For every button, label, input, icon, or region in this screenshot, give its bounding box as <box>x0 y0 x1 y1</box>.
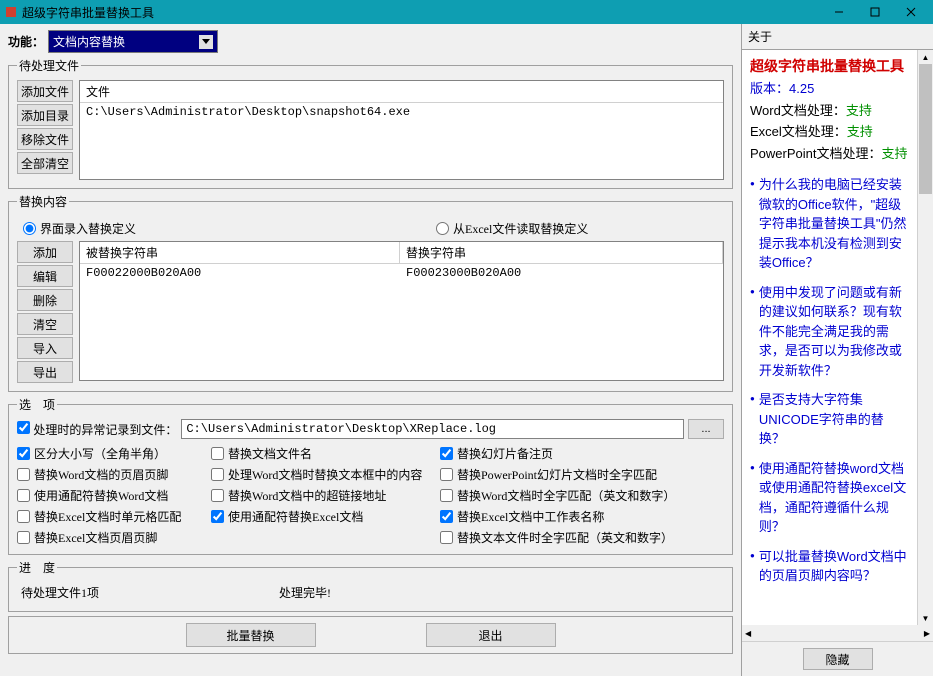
file-column-header: 文件 <box>80 81 723 103</box>
table-row[interactable]: F00022000B020A00 F00023000B020A00 <box>80 264 723 282</box>
main-panel: 功能： 文档内容替换 待处理文件 添加文件 添加目录 移除文件 全部清空 文件 … <box>0 24 741 676</box>
replace-group: 替换内容 界面录入替换定义 从Excel文件读取替换定义 添加 编辑 删除 清空… <box>8 193 733 392</box>
function-value: 文档内容替换 <box>53 33 125 50</box>
replace-legend: 替换内容 <box>17 193 69 210</box>
tool-name: 超级字符串批量替换工具 <box>750 56 909 77</box>
cb-excel-cellmatch[interactable]: 替换Excel文档时单元格匹配 <box>17 508 207 525</box>
replace-table[interactable]: 被替换字符串 替换字符串 F00022000B020A00 F00023000B… <box>79 241 724 381</box>
maximize-button[interactable] <box>857 0 893 24</box>
ppt-support: PowerPoint文档处理：支持 <box>750 144 909 164</box>
hide-button[interactable]: 隐藏 <box>803 648 873 670</box>
chevron-down-icon <box>199 35 213 49</box>
faq-link[interactable]: 使用通配符替换word文档或使用通配符替换excel文档，通配符遵循什么规则？ <box>750 459 909 537</box>
clear-all-button[interactable]: 全部清空 <box>17 152 73 174</box>
scroll-thumb[interactable] <box>919 64 932 194</box>
import-rules-button[interactable]: 导入 <box>17 337 73 359</box>
close-button[interactable] <box>893 0 929 24</box>
progress-legend: 进 度 <box>17 559 57 576</box>
cb-filename[interactable]: 替换文档文件名 <box>211 445 436 462</box>
cb-ppt-wholeword[interactable]: 替换PowerPoint幻灯片文档时全字匹配 <box>440 466 724 483</box>
progress-group: 进 度 待处理文件1项 处理完毕! <box>8 559 733 612</box>
col-source: 被替换字符串 <box>80 242 400 263</box>
exit-button[interactable]: 退出 <box>426 623 556 647</box>
remove-file-button[interactable]: 移除文件 <box>17 128 73 150</box>
minimize-button[interactable] <box>821 0 857 24</box>
titlebar: 超级字符串批量替换工具 <box>0 0 933 24</box>
cb-word-wildcard[interactable]: 使用通配符替换Word文档 <box>17 487 207 504</box>
pending-files-group: 待处理文件 添加文件 添加目录 移除文件 全部清空 文件 C:\Users\Ad… <box>8 57 733 189</box>
excel-support: Excel文档处理：支持 <box>750 122 909 142</box>
cb-word-textbox[interactable]: 处理Word文档时替换文本框中的内容 <box>211 466 436 483</box>
faq-link[interactable]: 为什么我的电脑已经安装微软的Office软件，"超级字符串批量替换工具"仍然提示… <box>750 175 909 273</box>
delete-rule-button[interactable]: 删除 <box>17 289 73 311</box>
faq-link[interactable]: 可以批量替换Word文档中的页眉页脚内容吗？ <box>750 547 909 586</box>
window-title: 超级字符串批量替换工具 <box>22 4 821 21</box>
faq-link[interactable]: 使用中发现了问题或有新的建议如何联系？现有软件不能完全满足我的需求，是否可以为我… <box>750 283 909 381</box>
cb-log[interactable]: 处理时的异常记录到文件： <box>17 421 177 438</box>
add-file-button[interactable]: 添加文件 <box>17 80 73 102</box>
cell-dst: F00023000B020A00 <box>400 264 723 282</box>
vertical-scrollbar[interactable]: ▲ ▼ <box>917 50 933 625</box>
faq-link[interactable]: 是否支持大字符集UNICODE字符串的替换？ <box>750 390 909 449</box>
version-label: 版本：4.25 <box>750 79 909 99</box>
cell-src: F00022000B020A00 <box>80 264 400 282</box>
progress-text: 待处理文件1项 <box>21 584 99 601</box>
function-label: 功能： <box>8 33 44 50</box>
clear-rules-button[interactable]: 清空 <box>17 313 73 335</box>
cb-excel-sheetname[interactable]: 替换Excel文档中工作表名称 <box>440 508 724 525</box>
cb-word-wholeword[interactable]: 替换Word文档时全字匹配（英文和数字） <box>440 487 724 504</box>
horizontal-scrollbar[interactable]: ◀ ▶ <box>742 625 933 641</box>
edit-rule-button[interactable]: 编辑 <box>17 265 73 287</box>
file-row[interactable]: C:\Users\Administrator\Desktop\snapshot6… <box>80 103 723 121</box>
progress-status: 处理完毕! <box>279 584 331 601</box>
export-rules-button[interactable]: 导出 <box>17 361 73 383</box>
col-target: 替换字符串 <box>400 242 723 263</box>
cb-text-wholeword[interactable]: 替换文本文件时全字匹配（英文和数字） <box>440 529 724 546</box>
cb-excel-hdrftr[interactable]: 替换Excel文档页眉页脚 <box>17 529 207 546</box>
scroll-left-icon[interactable]: ◀ <box>742 629 754 638</box>
scroll-right-icon[interactable]: ▶ <box>921 629 933 638</box>
pending-legend: 待处理文件 <box>17 57 81 74</box>
about-content: 超级字符串批量替换工具 版本：4.25 Word文档处理：支持 Excel文档处… <box>742 50 917 625</box>
cb-word-hyperlink[interactable]: 替换Word文档中的超链接地址 <box>211 487 436 504</box>
scroll-up-icon[interactable]: ▲ <box>918 50 933 64</box>
file-list[interactable]: 文件 C:\Users\Administrator\Desktop\snapsh… <box>79 80 724 180</box>
cb-word-hdrftr[interactable]: 替换Word文档的页眉页脚 <box>17 466 207 483</box>
batch-replace-button[interactable]: 批量替换 <box>186 623 316 647</box>
scroll-down-icon[interactable]: ▼ <box>918 611 933 625</box>
about-title: 关于 <box>742 24 933 50</box>
word-support: Word文档处理：支持 <box>750 101 909 121</box>
browse-button[interactable]: ... <box>688 419 724 439</box>
app-icon <box>4 5 18 19</box>
options-group: 选 项 处理时的异常记录到文件： ... 区分大小写（全角半角） 替换文档文件名… <box>8 396 733 555</box>
function-dropdown[interactable]: 文档内容替换 <box>48 30 218 53</box>
add-rule-button[interactable]: 添加 <box>17 241 73 263</box>
options-legend: 选 项 <box>17 396 57 413</box>
cb-slide-notes[interactable]: 替换幻灯片备注页 <box>440 445 724 462</box>
about-panel: 关于 超级字符串批量替换工具 版本：4.25 Word文档处理：支持 Excel… <box>741 24 933 676</box>
log-path-input[interactable] <box>181 419 684 439</box>
cb-case[interactable]: 区分大小写（全角半角） <box>17 445 207 462</box>
add-dir-button[interactable]: 添加目录 <box>17 104 73 126</box>
radio-ui-input[interactable]: 界面录入替换定义 <box>23 220 136 237</box>
cb-excel-wildcard[interactable]: 使用通配符替换Excel文档 <box>211 508 436 525</box>
radio-excel-input[interactable]: 从Excel文件读取替换定义 <box>436 220 588 237</box>
